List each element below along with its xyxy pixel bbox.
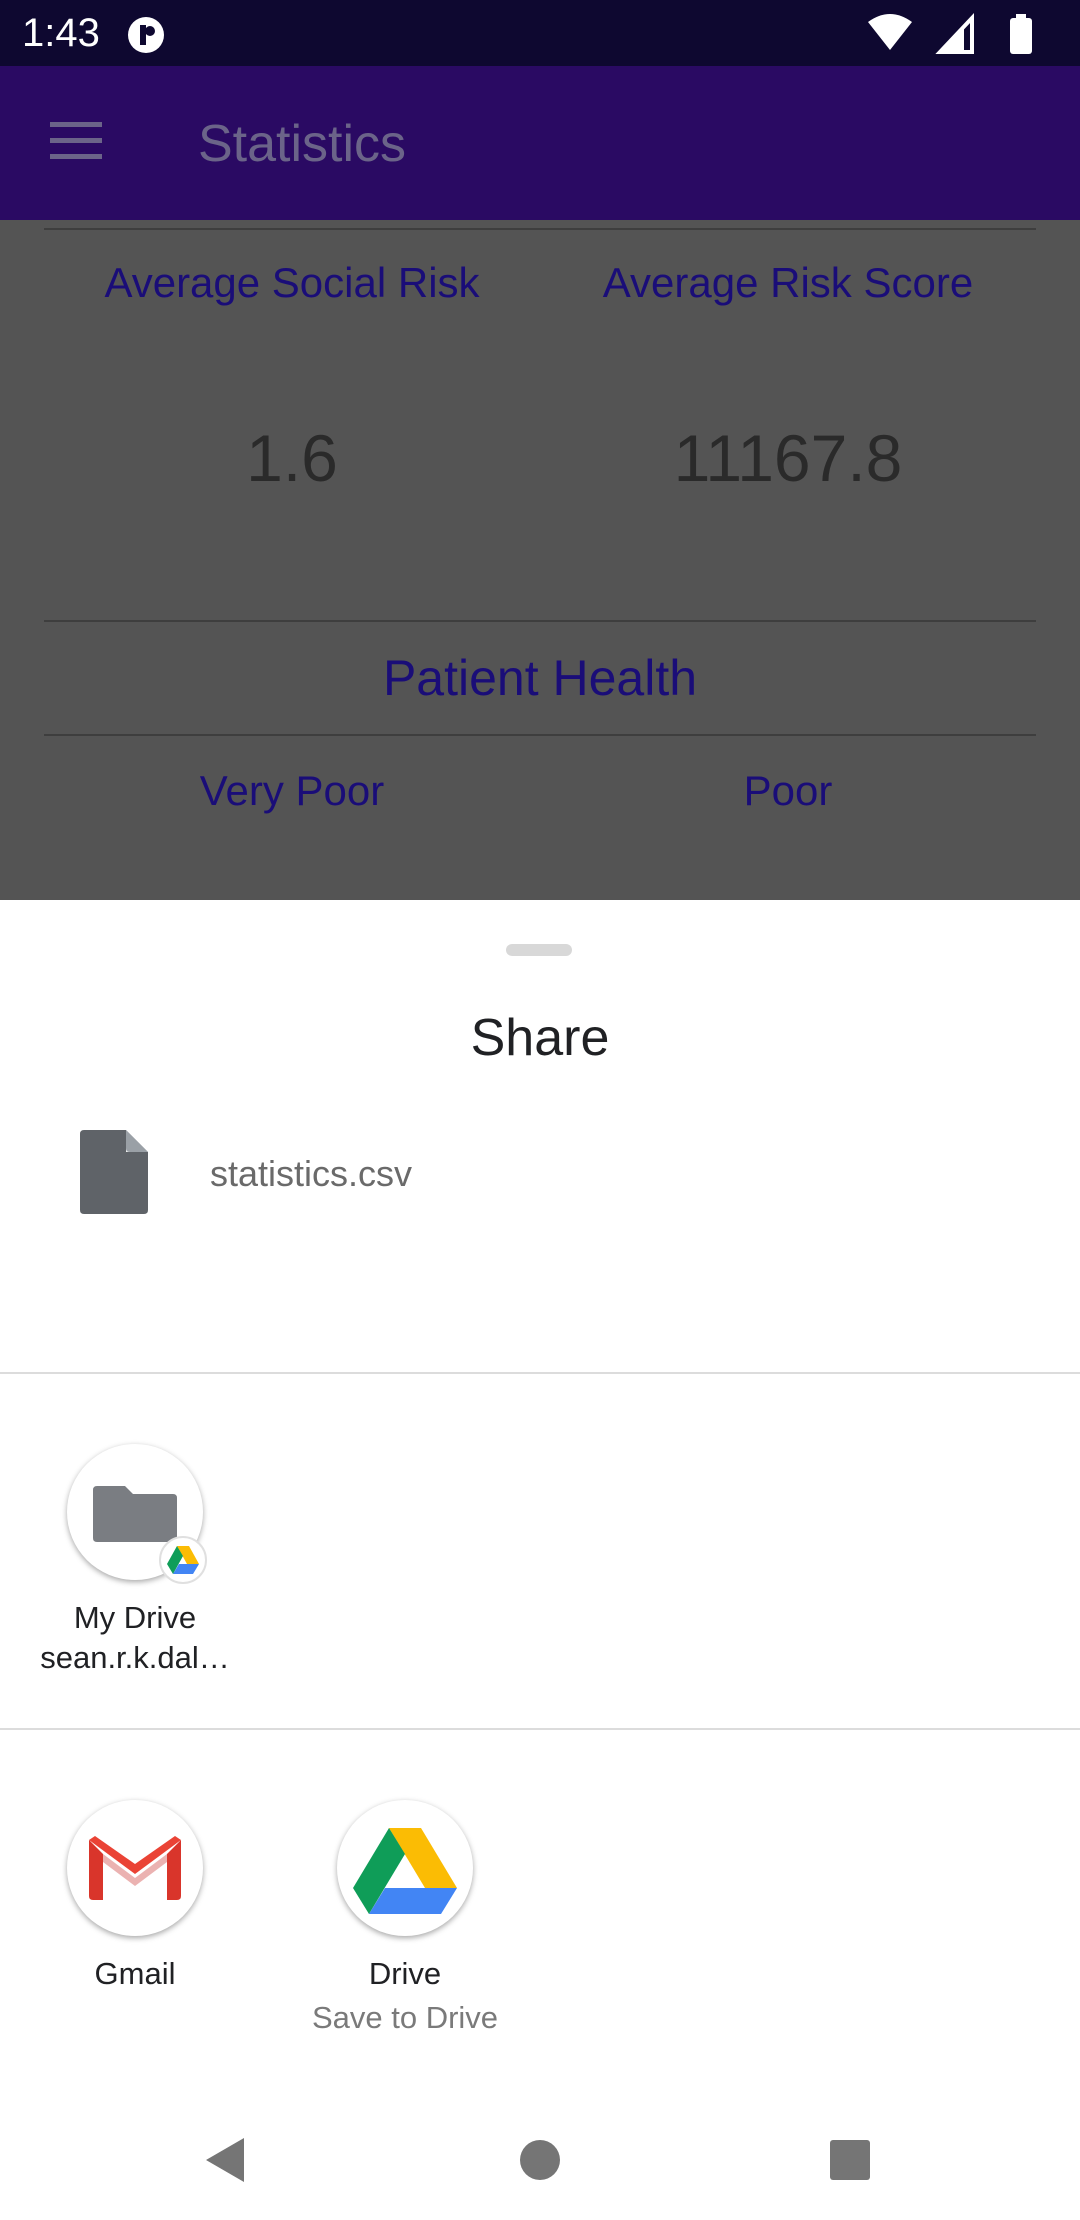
patient-health-title: Patient Health [382,650,698,706]
shared-file-name: statistics.csv [210,1153,413,1194]
average-risk-score-value: 11167.8 [673,421,903,495]
app-notification-icon [128,17,164,53]
app-bar-title: Statistics [198,115,407,173]
hamburger-menu-icon[interactable] [48,120,104,162]
battery-icon [1010,14,1032,54]
wifi-icon [868,14,912,50]
share-title: Share [470,1009,610,1067]
divider [44,620,1036,622]
average-social-risk-value: 1.6 [246,421,338,495]
gmail-icon [89,1836,181,1900]
drive-badge-icon [159,1536,207,1584]
divider [44,228,1036,230]
share-app-drive[interactable]: Drive Save to Drive [305,1800,505,2040]
app-bar: Statistics [0,66,1080,220]
divider [0,1372,1080,1374]
average-risk-score-label: Average Risk Score [602,259,974,306]
my-drive-avatar [67,1444,207,1584]
direct-share-label-1: My Drive [73,1600,197,1635]
drive-label: Drive [368,1956,442,1991]
direct-share-my-drive[interactable]: My Drive sean.r.k.dal… [35,1444,235,1675]
health-very-poor-label: Very Poor [199,767,385,814]
back-icon[interactable] [196,2130,256,2190]
navigation-bar [0,2100,1080,2220]
home-icon[interactable] [510,2130,570,2190]
statistics-content: Average Social Risk Average Risk Score 1… [0,220,1080,900]
signal-icon [935,12,974,54]
drag-handle[interactable] [506,944,572,956]
health-poor-label: Poor [743,767,833,814]
drive-app-circle [337,1800,473,1936]
divider [0,1728,1080,1730]
direct-share-label-2: sean.r.k.dal… [40,1640,230,1675]
divider [44,734,1036,736]
status-time: 1:43 [22,11,100,55]
file-icon [80,1130,148,1214]
gmail-app-circle [67,1800,203,1936]
recents-icon[interactable] [820,2130,880,2190]
google-drive-icon [353,1828,457,1914]
gmail-label: Gmail [94,1956,176,1991]
drive-subtitle: Save to Drive [311,2000,499,2035]
status-bar: 1:43 [0,0,1080,66]
share-app-gmail[interactable]: Gmail [35,1800,235,2000]
average-social-risk-label: Average Social Risk [104,259,480,306]
share-sheet: Share statistics.csv My Drive sean.r.k.d… [0,900,1080,2220]
status-icons [868,12,1032,54]
